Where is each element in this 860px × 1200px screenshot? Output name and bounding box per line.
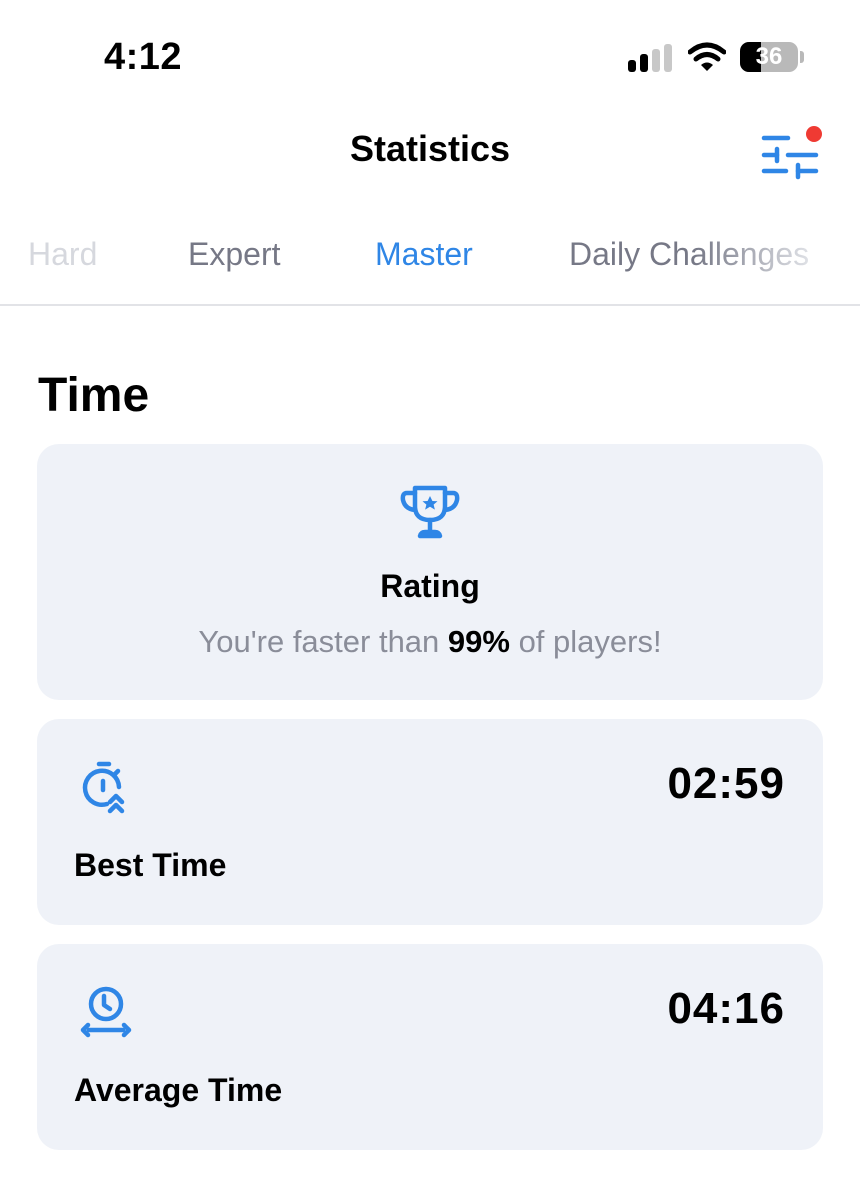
rating-text-before: You're faster than	[198, 624, 448, 659]
tab-master[interactable]: Master	[375, 236, 473, 273]
tab-expert[interactable]: Expert	[188, 236, 280, 273]
status-time: 4:12	[104, 36, 183, 78]
best-time-label: Best Time	[74, 847, 227, 883]
battery-percent: 36	[755, 43, 783, 70]
stopwatch-up-icon	[82, 761, 125, 814]
average-time-card: 04:16 Average Time	[37, 944, 823, 1150]
tab-hard[interactable]: Hard	[28, 236, 97, 273]
average-time-label: Average Time	[74, 1072, 283, 1108]
rating-title: Rating	[380, 568, 480, 604]
notification-dot	[806, 126, 822, 142]
rating-text-after: of players!	[509, 624, 662, 659]
cellular-signal-icon	[628, 44, 674, 72]
tab-daily-challenges[interactable]: Daily Challenges	[569, 236, 809, 273]
wifi-icon	[688, 42, 726, 71]
rating-percent: 99%	[447, 624, 510, 659]
rating-description: You're faster than 99% of players!	[37, 624, 823, 660]
difficulty-tabs: Hard Expert Master Daily Challenges	[0, 236, 860, 280]
best-time-card: 02:59 Best Time	[37, 719, 823, 925]
battery-icon: 36	[740, 42, 798, 72]
trophy-icon	[400, 485, 460, 539]
battery-cap	[800, 51, 804, 63]
status-bar: 4:12 36	[0, 0, 860, 110]
best-time-value: 02:59	[667, 759, 785, 808]
tabs-divider	[0, 304, 860, 306]
rating-card: Rating You're faster than 99% of players…	[37, 444, 823, 700]
average-time-value: 04:16	[667, 984, 785, 1033]
page-title: Statistics	[349, 128, 511, 169]
sliders-icon	[761, 135, 819, 180]
clock-range-icon	[80, 986, 132, 1038]
section-title: Time	[38, 369, 150, 422]
